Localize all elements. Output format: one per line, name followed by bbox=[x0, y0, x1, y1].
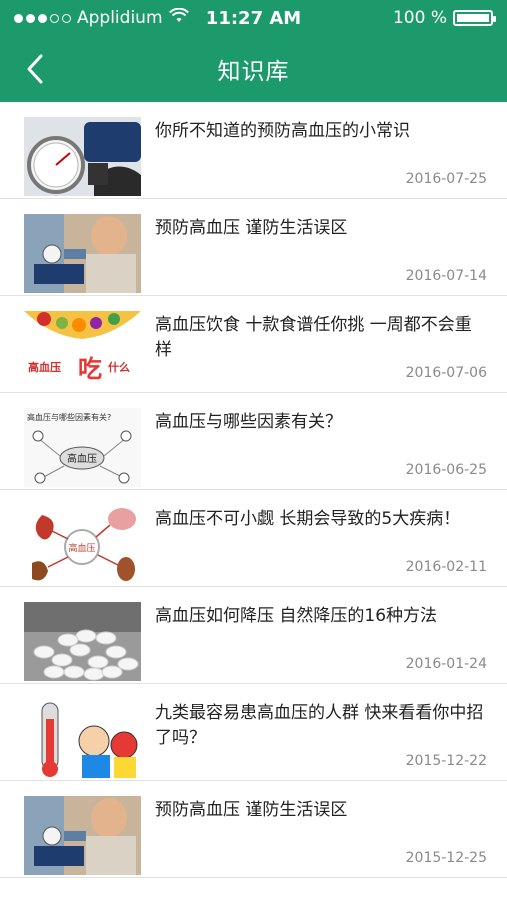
article-thumbnail bbox=[24, 214, 141, 293]
battery-icon bbox=[453, 10, 496, 26]
article-title: 高血压饮食 十款食谱任你挑 一周都不会重样 bbox=[155, 315, 472, 360]
article-list-item[interactable]: 高血压如何降压 自然降压的16种方法 2016-01-24 bbox=[0, 587, 507, 684]
article-body: 高血压如何降压 自然降压的16种方法 2016-01-24 bbox=[155, 602, 487, 683]
article-title: 高血压不可小觑 长期会导致的5大疾病！ bbox=[155, 509, 461, 529]
article-body: 你所不知道的预防高血压的小常识 2016-07-25 bbox=[155, 117, 487, 198]
article-title: 高血压与哪些因素有关？ bbox=[155, 412, 342, 432]
status-bar: Applidium 11:27 AM 100 % bbox=[0, 0, 507, 36]
article-list-item[interactable]: 高血压 高血压不可小觑 长期会导致的5大疾病！ 2016-02-11 bbox=[0, 490, 507, 587]
article-thumbnail: 高血压 吃什么 bbox=[24, 311, 141, 390]
article-title: 预防高血压 谨防生活误区 bbox=[155, 218, 348, 238]
article-title: 预防高血压 谨防生活误区 bbox=[155, 800, 348, 820]
back-button[interactable] bbox=[18, 50, 52, 88]
svg-text:什么: 什么 bbox=[108, 360, 130, 374]
article-thumbnail bbox=[24, 796, 141, 875]
article-list-item[interactable]: 预防高血压 谨防生活误区 2016-07-14 bbox=[0, 199, 507, 296]
navigation-bar: 知识库 bbox=[0, 36, 507, 102]
article-body: 九类最容易患高血压的人群 快来看看你中招了吗？ 2015-12-22 bbox=[155, 699, 487, 780]
article-list-item[interactable]: 预防高血压 谨防生活误区 2015-12-25 bbox=[0, 781, 507, 878]
article-thumbnail: 高血压 bbox=[24, 505, 141, 584]
article-list-item[interactable]: 高血压 吃什么 高血压饮食 十款食谱任你挑 一周都不会重样 2016-07-06 bbox=[0, 296, 507, 393]
chevron-left-icon bbox=[27, 54, 43, 84]
wifi-icon bbox=[168, 7, 189, 28]
article-date: 2015-12-22 bbox=[405, 753, 487, 769]
article-title: 高血压如何降压 自然降压的16种方法 bbox=[155, 606, 438, 626]
article-body: 预防高血压 谨防生活误区 2015-12-25 bbox=[155, 796, 487, 877]
article-list: 你所不知道的预防高血压的小常识 2016-07-25 预防高血压 谨防生活误区 201… bbox=[0, 102, 507, 878]
article-title: 你所不知道的预防高血压的小常识 bbox=[155, 121, 410, 141]
article-body: 预防高血压 谨防生活误区 2016-07-14 bbox=[155, 214, 487, 295]
svg-text:吃: 吃 bbox=[78, 355, 102, 383]
svg-text:高血压: 高血压 bbox=[67, 452, 97, 465]
article-thumbnail bbox=[24, 117, 141, 196]
article-body: 高血压与哪些因素有关？ 2016-06-25 bbox=[155, 408, 487, 489]
svg-text:高血压: 高血压 bbox=[68, 542, 95, 554]
article-date: 2016-01-24 bbox=[405, 656, 487, 672]
battery-percent: 100 % bbox=[392, 8, 447, 28]
article-date: 2015-12-25 bbox=[405, 850, 487, 866]
article-list-item[interactable]: 九类最容易患高血压的人群 快来看看你中招了吗？ 2015-12-22 bbox=[0, 684, 507, 781]
article-date: 2016-06-25 bbox=[405, 462, 487, 478]
article-date: 2016-07-25 bbox=[405, 171, 487, 187]
article-body: 高血压饮食 十款食谱任你挑 一周都不会重样 2016-07-06 bbox=[155, 311, 487, 392]
article-thumbnail bbox=[24, 699, 141, 778]
signal-strength-icon bbox=[14, 13, 71, 23]
carrier-name: Applidium bbox=[77, 8, 163, 28]
article-thumbnail: 高血压与哪些因素有关? 高血压 bbox=[24, 408, 141, 487]
article-date: 2016-07-06 bbox=[405, 365, 487, 381]
svg-text:高血压与哪些因素有关?: 高血压与哪些因素有关? bbox=[27, 412, 111, 422]
article-date: 2016-02-11 bbox=[405, 559, 487, 575]
article-title: 九类最容易患高血压的人群 快来看看你中招了吗？ bbox=[155, 703, 484, 748]
article-list-item[interactable]: 你所不知道的预防高血压的小常识 2016-07-25 bbox=[0, 102, 507, 199]
svg-text:高血压: 高血压 bbox=[28, 360, 61, 374]
page-title: 知识库 bbox=[217, 59, 290, 85]
article-body: 高血压不可小觑 长期会导致的5大疾病！ 2016-02-11 bbox=[155, 505, 487, 586]
article-thumbnail bbox=[24, 602, 141, 681]
article-list-item[interactable]: 高血压与哪些因素有关? 高血压 高血压与哪些因素有关？ 2016-06-25 bbox=[0, 393, 507, 490]
status-left: Applidium bbox=[14, 7, 189, 28]
article-date: 2016-07-14 bbox=[405, 268, 487, 284]
status-right: 100 % bbox=[392, 8, 496, 28]
